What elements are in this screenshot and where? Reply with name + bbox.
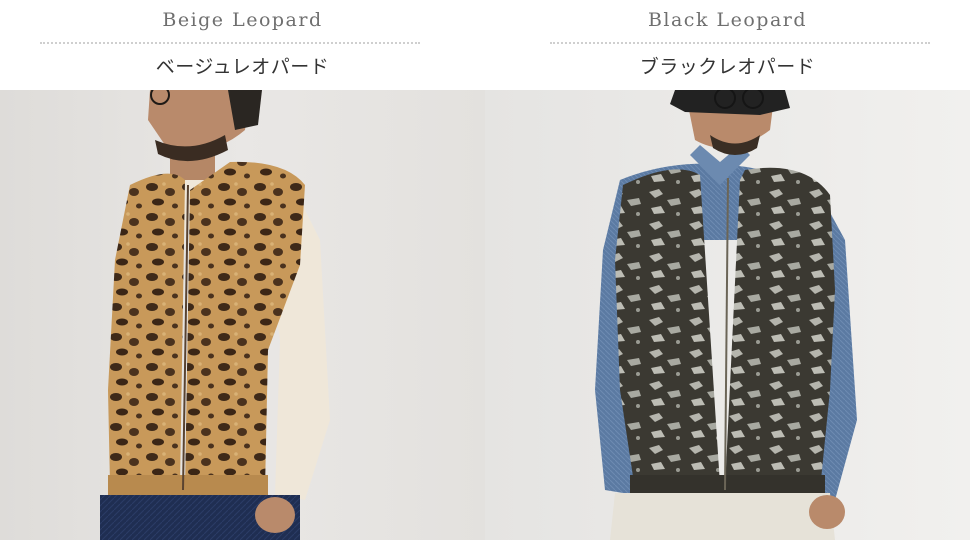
model-photo-beige [0,90,485,540]
variant-name-en: Beige Leopard [162,9,323,31]
black-leopard-vest-photo [485,90,970,540]
beige-leopard-vest-photo [0,90,485,540]
variant-header: Black Leopard ブラックレオパード [485,0,970,90]
dotted-divider [40,42,420,44]
variant-name-jp: ベージュレオパード [155,56,330,78]
variant-name-en: Black Leopard [647,9,808,31]
variant-black-leopard: Black Leopard ブラックレオパード [485,0,970,540]
model-photo-black [485,90,970,540]
variant-header: Beige Leopard ベージュレオパード [0,0,485,90]
product-variant-comparison: Beige Leopard ベージュレオパード Black Leopard ブラ… [0,0,970,540]
dotted-divider [550,42,930,44]
variant-name-jp: ブラックレオパード [639,56,816,78]
variant-beige-leopard: Beige Leopard ベージュレオパード [0,0,485,540]
